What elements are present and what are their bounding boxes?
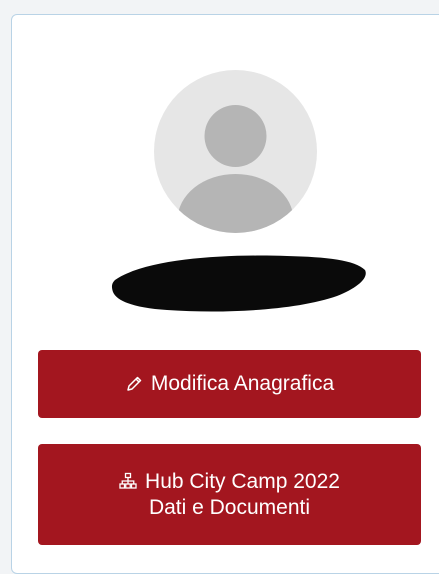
hub-button-subtitle: Dati e Documenti bbox=[148, 495, 311, 519]
pencil-icon bbox=[127, 376, 142, 391]
profile-card: Modifica Anagrafica Hub City Camp 2022 D… bbox=[11, 14, 439, 574]
user-name-redacted bbox=[107, 248, 372, 318]
sitemap-icon bbox=[119, 472, 137, 489]
edit-profile-button[interactable]: Modifica Anagrafica bbox=[38, 350, 421, 418]
avatar bbox=[154, 70, 317, 233]
hub-button-title: Hub City Camp 2022 bbox=[145, 469, 340, 493]
hub-city-camp-button[interactable]: Hub City Camp 2022 Dati e Documenti bbox=[38, 444, 421, 545]
edit-profile-label: Modifica Anagrafica bbox=[150, 372, 335, 395]
default-user-avatar-icon bbox=[154, 70, 317, 233]
